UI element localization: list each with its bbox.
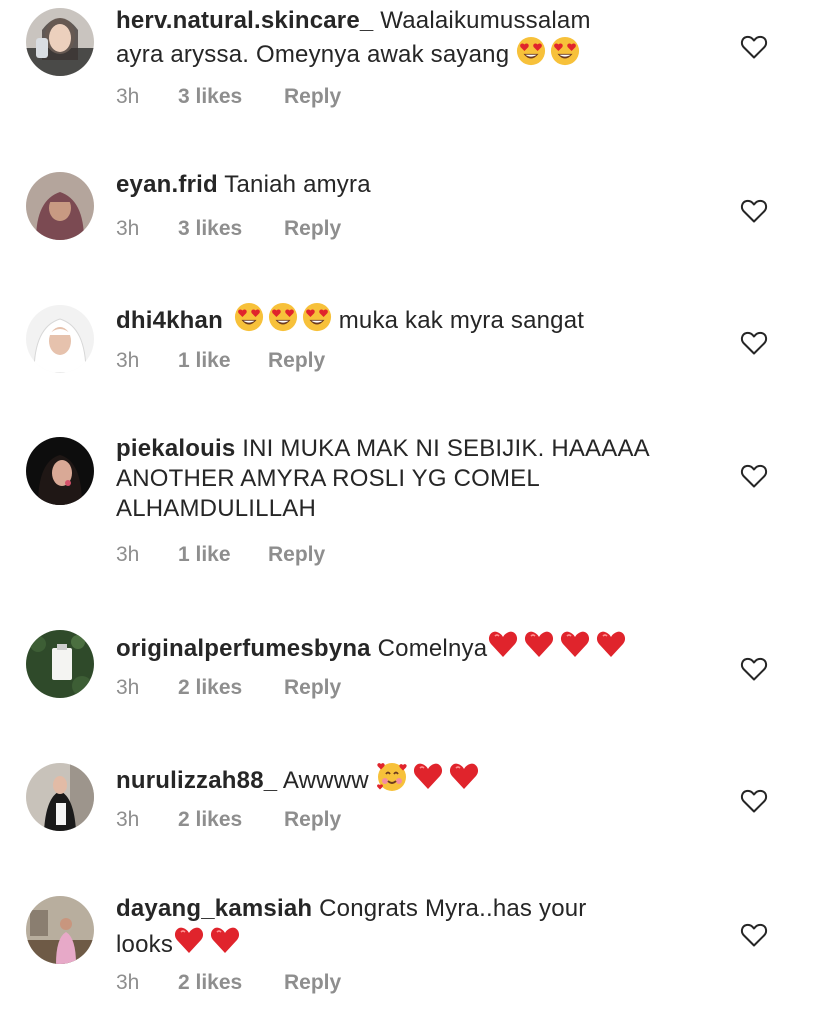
avatar[interactable] bbox=[26, 172, 94, 240]
reply-button[interactable]: Reply bbox=[268, 348, 325, 374]
username[interactable]: originalperfumesbyna bbox=[116, 635, 371, 662]
like-heart-icon[interactable] bbox=[740, 922, 768, 948]
username[interactable]: piekalouis bbox=[116, 435, 235, 462]
like-heart-icon[interactable] bbox=[740, 330, 768, 356]
comment-meta: 3h 2 likes Reply bbox=[116, 970, 341, 996]
comment-body: muka kak myra sangat bbox=[338, 307, 585, 334]
comment-time: 3h bbox=[116, 676, 140, 699]
avatar[interactable] bbox=[26, 8, 94, 76]
username[interactable]: eyan.frid bbox=[116, 171, 218, 198]
username[interactable]: herv.natural.skincare_ bbox=[116, 7, 373, 34]
comment-meta: 3h 1 like Reply bbox=[116, 542, 325, 568]
red-heart-emoji-icon bbox=[448, 760, 480, 792]
heart-eyes-emoji-icon bbox=[516, 36, 546, 66]
comment-body: Awwww bbox=[282, 767, 369, 794]
comment-text: eyan.frid Taniah amyra bbox=[116, 170, 706, 200]
comment-time: 3h bbox=[116, 971, 140, 994]
comment-meta: 3h 3 likes Reply bbox=[116, 216, 341, 242]
red-heart-emoji-icon bbox=[523, 628, 555, 660]
comment-time: 3h bbox=[116, 217, 140, 240]
comment-body: Taniah amyra bbox=[224, 171, 371, 198]
likes-count[interactable]: 2 likes bbox=[178, 675, 284, 701]
reply-button[interactable]: Reply bbox=[284, 216, 341, 242]
comment-body: INI MUKA MAK NI SEBIJIK. HAAAAA bbox=[242, 435, 650, 462]
comment-body: ALHAMDULILLAH bbox=[116, 495, 317, 522]
comment-time: 3h bbox=[116, 349, 140, 372]
comment-time: 3h bbox=[116, 543, 140, 566]
heart-eyes-emoji-icon bbox=[302, 302, 332, 332]
like-heart-icon[interactable] bbox=[740, 463, 768, 489]
reply-button[interactable]: Reply bbox=[268, 542, 325, 568]
red-heart-emoji-icon bbox=[173, 924, 205, 956]
comment-text: dhi4khan muka kak myra sangat bbox=[116, 302, 706, 336]
red-heart-emoji-icon bbox=[487, 628, 519, 660]
reply-button[interactable]: Reply bbox=[284, 807, 341, 833]
like-heart-icon[interactable] bbox=[740, 34, 768, 60]
comment-text: nurulizzah88_ Awwww bbox=[116, 760, 706, 796]
avatar[interactable] bbox=[26, 763, 94, 831]
avatar[interactable] bbox=[26, 437, 94, 505]
red-heart-emoji-icon bbox=[209, 924, 241, 956]
likes-count[interactable]: 2 likes bbox=[178, 807, 284, 833]
comment-body: ANOTHER AMYRA ROSLI YG COMEL bbox=[116, 465, 540, 492]
reply-button[interactable]: Reply bbox=[284, 970, 341, 996]
comment-body: Congrats Myra..has your bbox=[319, 895, 587, 922]
username[interactable]: dayang_kamsiah bbox=[116, 895, 312, 922]
avatar[interactable] bbox=[26, 630, 94, 698]
comment-meta: 3h 1 like Reply bbox=[116, 348, 325, 374]
like-heart-icon[interactable] bbox=[740, 656, 768, 682]
heart-eyes-emoji-icon bbox=[268, 302, 298, 332]
comment-body: looks bbox=[116, 931, 174, 958]
red-heart-emoji-icon bbox=[559, 628, 591, 660]
comment-meta: 3h 2 likes Reply bbox=[116, 807, 341, 833]
comment-body: Waalaikumussalam bbox=[380, 7, 591, 34]
reply-button[interactable]: Reply bbox=[284, 84, 341, 110]
likes-count[interactable]: 1 like bbox=[178, 542, 268, 568]
smiling-face-with-hearts-emoji-icon bbox=[376, 760, 408, 792]
comment-meta: 3h 3 likes Reply bbox=[116, 84, 341, 110]
username[interactable]: nurulizzah88_ bbox=[116, 767, 277, 794]
comment-text: herv.natural.skincare_ Waalaikumussalam … bbox=[116, 6, 706, 70]
comment-meta: 3h 2 likes Reply bbox=[116, 675, 341, 701]
avatar[interactable] bbox=[26, 896, 94, 964]
likes-count[interactable]: 1 like bbox=[178, 348, 268, 374]
reply-button[interactable]: Reply bbox=[284, 675, 341, 701]
likes-count[interactable]: 3 likes bbox=[178, 84, 284, 110]
comment-text: originalperfumesbyna Comelnya bbox=[116, 628, 706, 664]
likes-count[interactable]: 3 likes bbox=[178, 216, 284, 242]
comment-time: 3h bbox=[116, 808, 140, 831]
comment-text: piekalouis INI MUKA MAK NI SEBIJIK. HAAA… bbox=[116, 434, 706, 524]
likes-count[interactable]: 2 likes bbox=[178, 970, 284, 996]
like-heart-icon[interactable] bbox=[740, 198, 768, 224]
comment-body: Comelnya bbox=[377, 635, 488, 662]
like-heart-icon[interactable] bbox=[740, 788, 768, 814]
comment-body: ayra aryssa. Omeynya awak sayang bbox=[116, 41, 510, 68]
avatar[interactable] bbox=[26, 305, 94, 373]
comment-text: dayang_kamsiah Congrats Myra..has your l… bbox=[116, 894, 706, 960]
username[interactable]: dhi4khan bbox=[116, 307, 223, 334]
red-heart-emoji-icon bbox=[595, 628, 627, 660]
comment-time: 3h bbox=[116, 85, 140, 108]
heart-eyes-emoji-icon bbox=[550, 36, 580, 66]
heart-eyes-emoji-icon bbox=[234, 302, 264, 332]
red-heart-emoji-icon bbox=[412, 760, 444, 792]
